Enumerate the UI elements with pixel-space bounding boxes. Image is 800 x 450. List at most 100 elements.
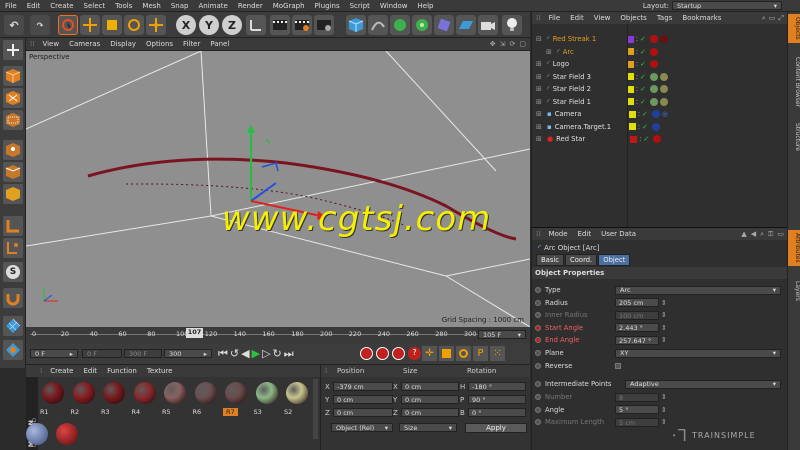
z-axis-button[interactable]: Z — [222, 15, 242, 35]
object-row[interactable]: ⊞ ◜ Star Field 3: ✓ — [532, 71, 788, 84]
property-row[interactable]: Inner Radius 100 cm ⇕ — [532, 309, 788, 321]
autokey-icon[interactable] — [376, 347, 389, 360]
light-icon[interactable] — [502, 15, 522, 35]
attribute-menu-mode[interactable]: Mode — [543, 230, 572, 238]
expand-icon[interactable]: ⊞ — [536, 123, 544, 131]
enabled-check-icon[interactable]: ✓ — [640, 98, 646, 106]
render-picture-viewer-icon[interactable] — [292, 15, 312, 35]
menu-item-mograph[interactable]: MoGraph — [268, 2, 310, 10]
end-frame-field[interactable]: 105 F ▾ — [478, 330, 526, 339]
material-ball[interactable] — [286, 382, 308, 404]
maximize-icon[interactable]: ▭ — [769, 14, 776, 23]
points-mode-icon[interactable] — [3, 140, 23, 160]
interp-property-row[interactable]: Number 8 ⇕ — [532, 391, 788, 403]
animate-radio-icon[interactable] — [535, 299, 541, 306]
magnet-icon[interactable] — [3, 288, 23, 308]
pen-spline-icon[interactable] — [368, 15, 388, 35]
search-icon[interactable]: ⌕ — [762, 14, 766, 23]
menu-item-select[interactable]: Select — [79, 2, 111, 10]
menu-item-snap[interactable]: Snap — [166, 2, 194, 10]
object-row[interactable]: ⊞ ◜ Star Field 2: ✓ — [532, 83, 788, 96]
prev-frame-icon[interactable]: ◀ — [241, 347, 249, 361]
viewport-menu-options[interactable]: Options — [141, 40, 178, 48]
material-label[interactable]: R6 — [193, 408, 202, 416]
material-menu-create[interactable]: Create — [45, 367, 78, 375]
stepper-icon[interactable]: ⇕ — [661, 299, 667, 307]
animate-radio-icon[interactable] — [535, 324, 541, 331]
size-field-z[interactable]: 0 cm — [401, 408, 459, 417]
enabled-check-icon[interactable]: ✓ — [640, 35, 646, 43]
material-ball[interactable] — [194, 382, 217, 404]
property-row[interactable]: Type Arc ▾ — [532, 284, 788, 296]
object-menu-edit[interactable]: Edit — [565, 14, 589, 22]
material-menu-function[interactable]: Function — [102, 367, 142, 375]
position-field-z[interactable]: 0 cm — [333, 408, 393, 417]
visibility-dots-icon[interactable]: : — [636, 48, 638, 56]
property-row[interactable]: Start Angle 2.443 ° ⇕ — [532, 322, 788, 334]
redo-icon[interactable]: ↷ — [30, 15, 50, 35]
enabled-check-icon[interactable]: ✓ — [640, 48, 646, 56]
live-selection-icon[interactable] — [58, 15, 78, 35]
animate-radio-icon[interactable] — [535, 381, 541, 388]
material-label[interactable]: R1 — [40, 408, 49, 416]
material-label[interactable]: R4 — [132, 408, 141, 416]
edges-mode-icon[interactable] — [3, 162, 23, 182]
position-field-x[interactable]: -379 cm — [333, 382, 393, 391]
scale-icon[interactable] — [102, 15, 122, 35]
next-frame-icon[interactable]: ▷ — [262, 347, 270, 361]
scale-key-icon[interactable] — [439, 346, 454, 361]
object-menu-file[interactable]: File — [543, 14, 565, 22]
menu-item-file[interactable]: File — [0, 2, 22, 10]
object-menu-objects[interactable]: Objects — [615, 14, 651, 22]
move-view-icon[interactable]: ✥ — [490, 40, 496, 48]
stepper-icon[interactable]: ⇕ — [661, 418, 667, 426]
interpolation-dropdown[interactable]: Adaptive ▾ — [625, 379, 781, 389]
menu-item-create[interactable]: Create — [45, 2, 78, 10]
object-name[interactable]: Red Streak 1 — [553, 35, 621, 43]
workplane-mode-icon[interactable] — [3, 110, 23, 130]
visibility-dots-icon[interactable]: : — [636, 73, 638, 81]
menu-item-mesh[interactable]: Mesh — [137, 2, 165, 10]
stepper-icon[interactable]: ⇕ — [661, 406, 667, 414]
position-key-icon[interactable]: ✛ — [422, 346, 437, 361]
interp-property-row[interactable]: Angle 5 ° ⇕ — [532, 404, 788, 416]
reverse-checkbox[interactable] — [615, 362, 621, 369]
viewport-menu-cameras[interactable]: Cameras — [64, 40, 105, 48]
property-row[interactable]: End Angle 257.647 ° ⇕ — [532, 334, 788, 346]
y-axis-button[interactable]: Y — [199, 15, 219, 35]
material-label[interactable]: R5 — [162, 408, 171, 416]
cube-icon[interactable] — [346, 15, 366, 35]
next-key-icon[interactable]: ↻ — [273, 347, 282, 361]
make-editable-icon[interactable] — [3, 40, 23, 60]
object-name[interactable]: Camera — [555, 110, 623, 118]
menu-item-plugins[interactable]: Plugins — [310, 2, 345, 10]
material-label[interactable]: R3 — [101, 408, 110, 416]
property-number-field[interactable]: 2.443 ° — [615, 323, 659, 333]
material-tag-icon[interactable] — [649, 97, 658, 106]
array-icon[interactable] — [412, 15, 432, 35]
layout-selector[interactable]: Layout: Startup ▾ — [643, 1, 782, 10]
menu-item-window[interactable]: Window — [375, 2, 413, 10]
tab-object[interactable]: Object — [598, 254, 631, 266]
expand-icon[interactable]: ⊞ — [546, 48, 554, 56]
coordinate-mode-dropdown[interactable]: Object (Rel) ▾ — [331, 423, 393, 432]
viewport-perspective[interactable]: Perspective Grid Spacing : 1000 cm www.c… — [26, 51, 530, 327]
layer-color-swatch[interactable] — [628, 110, 636, 118]
menu-item-edit[interactable]: Edit — [22, 2, 46, 10]
object-menu-view[interactable]: View — [589, 14, 616, 22]
min-frame-field[interactable]: 0 F — [82, 349, 122, 358]
object-row[interactable]: ⊞ ● Red Star: ✓ — [532, 133, 788, 146]
visibility-dots-icon[interactable]: : — [638, 123, 640, 131]
material-tag-icon[interactable] — [651, 122, 660, 131]
tab-objects[interactable]: Objects — [788, 14, 800, 43]
material-ball[interactable] — [164, 382, 186, 404]
max-frame-field[interactable]: 300 F — [124, 349, 162, 358]
material-ball[interactable] — [72, 382, 95, 404]
property-row[interactable]: Reverse — [532, 360, 788, 372]
material-ball[interactable] — [56, 423, 78, 445]
end-frame-input[interactable]: 300 ▸ — [164, 349, 212, 358]
zoom-view-icon[interactable]: ⇲ — [500, 40, 506, 48]
material-menu-edit[interactable]: Edit — [79, 367, 103, 375]
tab-structure[interactable]: Structure — [788, 120, 800, 154]
keyframe-selection-icon[interactable] — [392, 347, 405, 360]
